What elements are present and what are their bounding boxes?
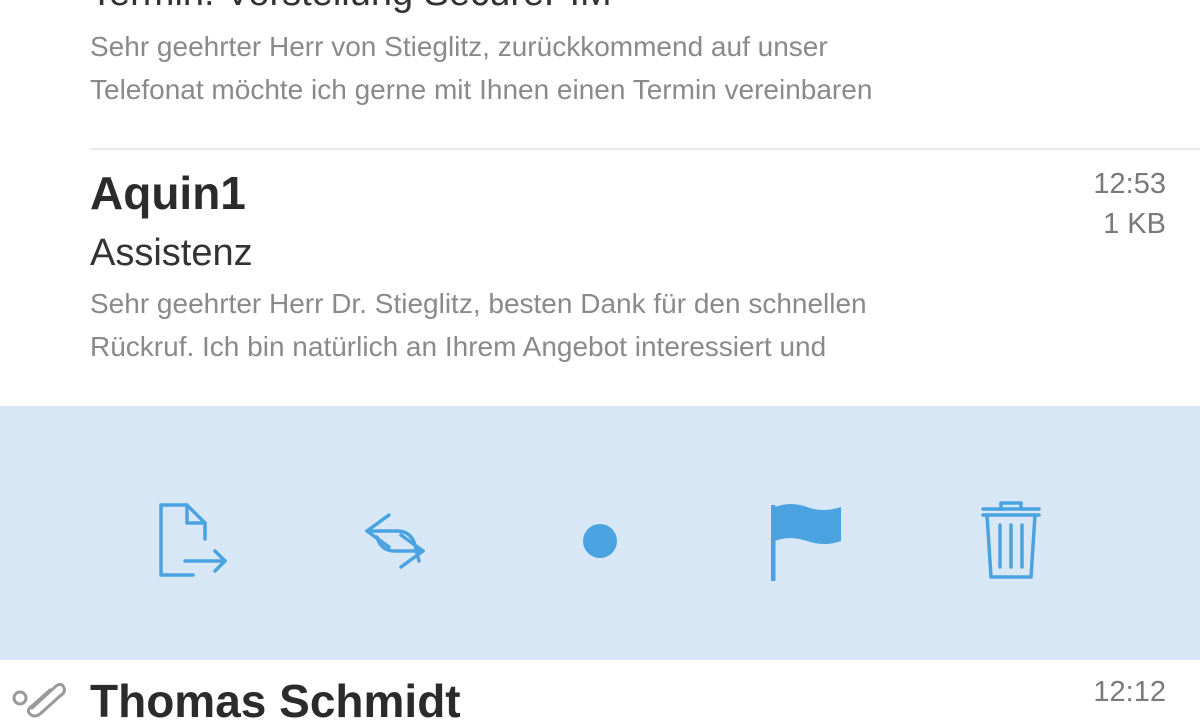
paperclip-icon (12, 682, 66, 718)
message-preview-line: Rückruf. Ich bin natürlich an Ihrem Ange… (90, 331, 827, 362)
message-size: 1 KB (1103, 208, 1166, 240)
mail-list-screen: Termin: Vorstellung SecurePIM Sehr geehr… (0, 0, 1200, 720)
message-preview-line: Telefonat möchte ich gerne mit Ihnen ein… (90, 74, 873, 105)
move-to-folder-icon (159, 503, 227, 577)
mark-unread-button[interactable] (555, 496, 645, 586)
trash-icon (981, 501, 1041, 579)
delete-button[interactable] (966, 496, 1056, 586)
list-item[interactable]: Aquin1 12:53 1 KB Assistenz Sehr geehrte… (0, 150, 1200, 406)
message-time: 12:53 (1093, 168, 1166, 200)
message-sender: Aquin1 (90, 167, 246, 219)
list-item[interactable]: Thomas Schmidt 12:12 (0, 660, 1200, 720)
reply-forward-icon (365, 513, 425, 569)
swipe-action-bar (0, 406, 1200, 660)
message-subject: Assistenz (90, 232, 253, 274)
reply-forward-button[interactable] (350, 496, 440, 586)
message-preview-line: Sehr geehrter Herr Dr. Stieglitz, besten… (90, 288, 867, 319)
list-item[interactable]: Termin: Vorstellung SecurePIM Sehr geehr… (0, 0, 1200, 150)
flag-icon (771, 504, 841, 581)
message-preview-line: Sehr geehrter Herr von Stieglitz, zurück… (90, 31, 828, 62)
message-sender: Thomas Schmidt (90, 675, 461, 720)
move-button[interactable] (144, 496, 234, 586)
mark-unread-dot-icon (583, 524, 617, 558)
message-subject: Termin: Vorstellung SecurePIM (90, 0, 612, 15)
flag-button[interactable] (760, 496, 850, 586)
message-time: 12:12 (1093, 676, 1166, 708)
